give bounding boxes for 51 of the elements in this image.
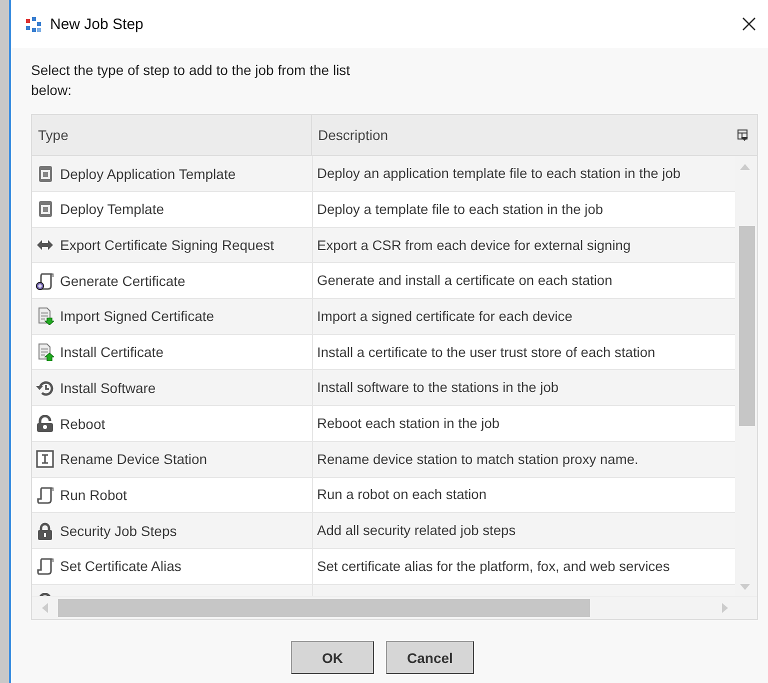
table-cell: Deploy a template file to each station in the job	[317, 202, 604, 217]
app-logo-icon	[25, 16, 42, 32]
table-columns-icon	[737, 128, 749, 142]
padlock-icon	[36, 522, 54, 540]
close-icon	[742, 17, 756, 31]
padlock-icon	[36, 414, 54, 432]
ok-button[interactable]: OK	[291, 641, 374, 674]
table-cell: Deploy Template	[60, 201, 164, 218]
table-cell: Run Robot	[60, 486, 127, 503]
table-cell: Install Certificate	[60, 344, 164, 360]
scroll-down-icon	[740, 584, 750, 590]
table-cell: Import a signed certificate for each device	[317, 308, 572, 324]
scroll-right-icon	[722, 603, 728, 614]
close-button[interactable]	[740, 15, 758, 33]
scrollbar-thumb[interactable]	[739, 226, 755, 426]
table-cell: Export Certificate Signing Request	[60, 237, 274, 254]
column-header: Description	[317, 126, 390, 146]
scroll-left-icon	[42, 603, 48, 614]
table-cell: Install a certificate to the user trust store of each station	[317, 344, 656, 360]
table-cell: Deploy an application template file to each station in the job	[317, 166, 681, 182]
instruction-text: Select the type of step to add to the job from the list below:	[31, 61, 352, 100]
table-cell: Run a robot on each station	[317, 487, 487, 502]
scrollbar-thumb[interactable]	[58, 599, 590, 618]
document-upload-icon	[36, 343, 54, 362]
scroll-up-icon	[740, 164, 750, 170]
table-cell: Generate and install a certificate on each station	[317, 273, 612, 288]
table-cell: Deploy Application Template	[60, 166, 236, 182]
table-cell: Add all security related job steps	[317, 523, 516, 538]
scroll-icon	[36, 557, 54, 576]
scroll-icon	[36, 486, 54, 504]
document-download-icon	[36, 307, 54, 326]
history-icon	[36, 378, 54, 397]
table-cell: Export a CSR from each device for external signing	[317, 238, 631, 253]
table-cell: Security Job Steps	[60, 522, 177, 539]
text-cursor-icon	[36, 450, 54, 468]
scroll-plus-icon	[36, 272, 54, 290]
table-cell: Rename Device Station	[60, 451, 208, 468]
table-cell: Reboot	[60, 416, 106, 432]
table-cell: Install Software	[60, 380, 156, 396]
table-cell: Set certificate alias for the platform, fox, and web services	[317, 558, 670, 574]
table-cell: Rename device station to match station proxy name.	[317, 452, 638, 467]
table-cell: Generate Certificate	[60, 272, 186, 289]
template-file-icon	[36, 164, 54, 183]
table-cell: Set Certificate Alias	[60, 558, 182, 574]
window-title: New Job Step	[50, 16, 144, 32]
column-header: Type	[32, 115, 312, 156]
table-cell: Import Signed Certificate	[60, 308, 214, 324]
table-cell: Install software to the stations in the job	[317, 380, 559, 396]
cancel-button[interactable]: Cancel	[386, 641, 474, 674]
template-file-icon	[36, 200, 54, 218]
table-cell: Reboot each station in the job	[317, 416, 500, 431]
